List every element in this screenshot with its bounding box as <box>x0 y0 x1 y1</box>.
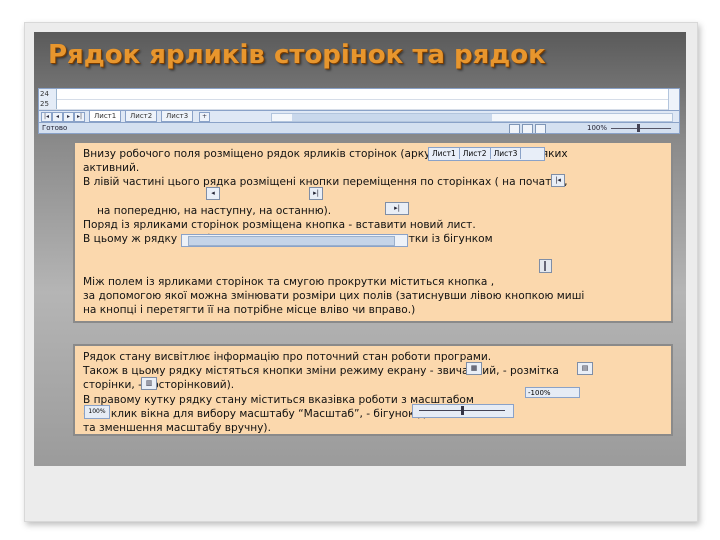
text-line: Внизу робочого поля розміщено рядок ярли… <box>83 148 568 160</box>
last-sheet-button[interactable]: ▸| <box>74 112 85 122</box>
status-bar-description-box: Рядок стану висвітлює інформацію про пот… <box>73 344 673 436</box>
sheet-tab-3[interactable]: Лист3 <box>161 111 194 122</box>
scrollbar-thumbnail <box>181 234 408 247</box>
normal-view-icon: ▦ <box>466 362 482 375</box>
row-number: 24 <box>39 89 57 99</box>
text-line: В лівій частині цього рядка розміщені кн… <box>83 176 568 189</box>
page-layout-icon: ▤ <box>577 362 593 375</box>
excel-window-strip: 24 25 |◂ ◂ ▸ ▸| Лист1 Лист2 Лист3 + Гото… <box>38 88 680 134</box>
sheet-tabs-thumbnail: Лист1 Лист2 Лист3 <box>428 147 545 161</box>
text-line: та зменшення масштабу вручну). <box>83 422 271 435</box>
first-sheet-icon: |◂ <box>551 174 565 187</box>
text-line: на попередню, на наступну, на останню). <box>97 204 332 217</box>
zoom-range-thumbnail: -100% <box>525 387 580 398</box>
scroll-thumb[interactable] <box>292 114 492 121</box>
text-line: Між полем із ярликами сторінок та смугою… <box>83 275 495 288</box>
grid-row: 25 <box>39 99 679 110</box>
text-line: Поряд із ярликами сторінок розміщена кно… <box>83 219 476 231</box>
prev-sheet-icon: ◂ <box>206 187 220 200</box>
sheet-tabs-bar: |◂ ◂ ▸ ▸| Лист1 Лист2 Лист3 + <box>39 110 679 122</box>
text-line: активний. <box>83 162 140 175</box>
status-text: Готово <box>42 124 68 132</box>
first-sheet-button[interactable]: |◂ <box>41 112 52 122</box>
last-sheet-icon: ▸| <box>385 202 409 215</box>
zoom-slider-track[interactable] <box>611 128 671 129</box>
row-number: 25 <box>39 99 57 109</box>
text-line: Рядок стану висвітлює інформацію про пот… <box>83 351 492 363</box>
next-sheet-icon: ▸| <box>309 187 323 200</box>
sheet-tab-1[interactable]: Лист1 <box>89 111 122 122</box>
text-line: ( - виклик вікна для вибору масштабу “Ма… <box>83 407 507 420</box>
zoom-slider-icon <box>412 404 514 418</box>
horizontal-scrollbar[interactable] <box>271 113 673 122</box>
zoom-button-icon: 100% <box>84 405 110 419</box>
vertical-scrollbar[interactable] <box>668 89 679 110</box>
mini-tab: Лист1 <box>429 148 460 159</box>
sheet-tabs-description-box: Внизу робочого поля розміщено рядок ярли… <box>73 141 673 323</box>
text-line: на кнопці і перетягти її на потрібне міс… <box>83 304 416 317</box>
normal-view-button[interactable] <box>509 124 520 133</box>
zoom-value: 100% <box>530 389 551 397</box>
mini-tab: Лист3 <box>491 148 522 159</box>
sheet-tab-2[interactable]: Лист2 <box>125 111 158 122</box>
page-layout-view-button[interactable] <box>522 124 533 133</box>
slide-title: Рядок ярликів сторінок та рядок <box>48 40 546 70</box>
page-break-view-icon: ▥ <box>141 377 157 390</box>
zoom-level[interactable]: 100% <box>587 124 607 132</box>
mini-tab: Лист2 <box>460 148 491 159</box>
tab-split-icon <box>539 259 552 273</box>
zoom-slider-knob[interactable] <box>637 124 640 132</box>
page-break-view-button[interactable] <box>535 124 546 133</box>
status-bar: Готово 100% <box>39 122 679 133</box>
next-sheet-button[interactable]: ▸ <box>63 112 74 122</box>
text-line: Також в цьому рядку містяться кнопки змі… <box>83 365 559 378</box>
text-line: за допомогою якої можна змінювати розмір… <box>83 289 585 302</box>
prev-sheet-button[interactable]: ◂ <box>52 112 63 122</box>
insert-sheet-button[interactable]: + <box>199 112 210 122</box>
